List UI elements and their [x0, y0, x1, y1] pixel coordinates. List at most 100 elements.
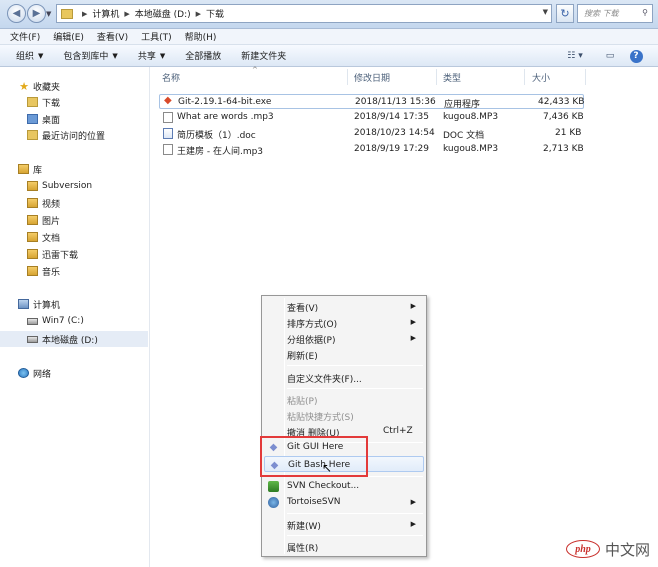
menu-item-new[interactable]: 新建(W) ▶ [264, 516, 424, 532]
title-bar: ◀ ▶ ▼ ▶ 计算机 ▶ 本地磁盘 (D:) ▶ 下载 ▼ ↻ 搜索 下载 ⚲ [0, 0, 658, 29]
file-date: 2018/9/14 17:35 [354, 112, 429, 122]
network-icon [18, 368, 29, 378]
chevron-down-icon: ▼ [159, 51, 166, 60]
preview-pane-icon[interactable]: ▭ [603, 48, 617, 64]
annotation-highlight-box [260, 436, 368, 477]
menu-item-paste-shortcut[interactable]: 粘贴快捷方式(S) [264, 407, 424, 423]
search-placeholder: 搜索 下载 [584, 9, 619, 18]
document-library-icon [27, 232, 38, 242]
menu-help[interactable]: 帮助(H) [185, 30, 217, 43]
video-library-icon [27, 198, 38, 208]
menu-tools[interactable]: 工具(T) [141, 30, 172, 43]
menu-item-svn-checkout[interactable]: SVN Checkout... [264, 478, 424, 494]
menu-bar: 文件(F) 编辑(E) 查看(V) 工具(T) 帮助(H) [0, 29, 658, 45]
undo-shortcut: Ctrl+Z [383, 426, 413, 436]
recent-pages-dropdown[interactable]: ▼ [46, 10, 51, 18]
folder-icon [27, 97, 38, 107]
column-header-type[interactable]: 类型 [443, 71, 461, 84]
folder-icon [61, 8, 73, 19]
column-header-name[interactable]: 名称 [162, 71, 180, 84]
file-size: 21 KB [555, 128, 582, 138]
sidebar-item-drive-d[interactable]: 本地磁盘 (D:) [0, 331, 148, 347]
file-row[interactable]: 简历模板（1）.doc 2018/10/23 14:54 DOC 文档 21 K… [159, 126, 584, 141]
menu-item-view[interactable]: 查看(V) ▶ [264, 298, 424, 314]
tortoisesvn-icon [268, 497, 279, 508]
address-bar[interactable]: ▶ 计算机 ▶ 本地磁盘 (D:) ▶ 下载 ▼ [56, 4, 552, 23]
back-button[interactable]: ◀ [7, 4, 26, 23]
search-icon[interactable]: ⚲ [642, 8, 648, 17]
svn-checkout-icon [268, 481, 279, 492]
desktop-icon [27, 114, 38, 124]
audio-file-icon [163, 112, 173, 123]
doc-file-icon [163, 128, 173, 139]
menu-view[interactable]: 查看(V) [97, 30, 128, 43]
audio-file-icon [163, 144, 173, 155]
file-row[interactable]: What are words .mp3 2018/9/14 17:35 kugo… [159, 110, 584, 125]
sidebar-network[interactable]: 网络 [18, 365, 166, 381]
sidebar-computer[interactable]: 计算机 [18, 296, 166, 312]
menu-item-customize-folder[interactable]: 自定义文件夹(F)... [264, 369, 424, 385]
context-menu: 查看(V) ▶ 排序方式(O) ▶ 分组依据(P) ▶ 刷新(E) 自定义文件夹(F)… [261, 295, 427, 557]
breadcrumb-separator-icon[interactable]: ▶ [82, 10, 87, 18]
play-all-button[interactable]: 全部播放 [175, 49, 231, 62]
file-type: kugou8.MP3 [443, 112, 499, 122]
file-name: 王建房 - 在人间.mp3 [177, 147, 264, 157]
column-header-size[interactable]: 大小 [532, 71, 550, 84]
music-library-icon [27, 266, 38, 276]
column-header-date[interactable]: 修改日期 [354, 71, 390, 84]
command-bar: 组织 ▼ 包含到库中 ▼ 共享 ▼ 全部播放 新建文件夹 ☷ ▾ ▭ ? [0, 45, 658, 67]
new-folder-button[interactable]: 新建文件夹 [231, 49, 296, 62]
submenu-arrow-icon: ▶ [410, 498, 416, 506]
file-size: 7,436 KB [543, 112, 584, 122]
menu-item-refresh[interactable]: 刷新(E) [264, 346, 424, 362]
menu-file[interactable]: 文件(F) [10, 30, 40, 43]
menu-item-properties[interactable]: 属性(R) [264, 538, 424, 554]
file-name: 简历模板（1）.doc [177, 131, 256, 141]
php-logo: php [566, 540, 600, 558]
include-in-library-button[interactable]: 包含到库中 ▼ [53, 49, 127, 63]
file-date: 2018/9/19 17:29 [354, 144, 429, 154]
breadcrumb-computer[interactable]: 计算机 [92, 7, 119, 20]
file-row[interactable]: ◆ Git-2.19.1-64-bit.exe 2018/11/13 15:36… [159, 94, 585, 110]
submenu-arrow-icon: ▶ [410, 520, 416, 528]
file-type: DOC 文档 [443, 131, 485, 141]
search-input[interactable]: 搜索 下载 ⚲ [577, 4, 653, 23]
submenu-arrow-icon: ▶ [410, 334, 416, 342]
menu-item-sort-by[interactable]: 排序方式(O) ▶ [264, 314, 424, 330]
library-icon [27, 249, 38, 259]
view-options-button[interactable]: ☷ ▾ [562, 48, 588, 64]
star-icon: ★ [19, 79, 29, 93]
library-icon [27, 181, 38, 191]
file-row[interactable]: 王建房 - 在人间.mp3 2018/9/19 17:29 kugou8.MP3… [159, 142, 584, 157]
forward-button[interactable]: ▶ [27, 4, 46, 23]
sidebar-favorites[interactable]: ★ 收藏夹 [18, 78, 166, 94]
menu-item-paste[interactable]: 粘贴(P) [264, 391, 424, 407]
file-name: What are words .mp3 [177, 112, 274, 122]
navigation-pane: ★ 收藏夹 下载 桌面 最近访问的位置 库 Subversion 视频 图片 文… [0, 67, 150, 567]
breadcrumb-separator-icon[interactable]: ▶ [124, 10, 129, 18]
share-button[interactable]: 共享 ▼ [128, 49, 175, 63]
file-date: 2018/11/13 15:36 [355, 97, 436, 107]
submenu-arrow-icon: ▶ [410, 318, 416, 326]
submenu-arrow-icon: ▶ [410, 302, 416, 310]
menu-edit[interactable]: 编辑(E) [53, 30, 84, 43]
breadcrumb-downloads[interactable]: 下载 [206, 7, 224, 20]
file-type: kugou8.MP3 [443, 144, 499, 154]
watermark-text: 中文网 [605, 540, 651, 559]
menu-item-tortoisesvn[interactable]: TortoiseSVN ▶ [264, 494, 424, 510]
menu-item-group-by[interactable]: 分组依据(P) ▶ [264, 330, 424, 346]
computer-icon [18, 299, 29, 309]
breadcrumb-separator-icon[interactable]: ▶ [196, 10, 201, 18]
address-dropdown-icon[interactable]: ▼ [543, 8, 548, 16]
file-name: Git-2.19.1-64-bit.exe [178, 97, 272, 107]
organize-button[interactable]: 组织 ▼ [6, 49, 53, 63]
git-installer-icon: ◆ [164, 95, 172, 106]
chevron-down-icon: ▼ [112, 51, 118, 60]
file-size: 42,433 KB [538, 97, 585, 107]
picture-library-icon [27, 215, 38, 225]
refresh-button[interactable]: ↻ [556, 4, 574, 23]
sidebar-libraries[interactable]: 库 [18, 161, 166, 177]
breadcrumb-drive-d[interactable]: 本地磁盘 (D:) [135, 7, 191, 20]
sort-indicator-icon: ^ [252, 66, 258, 74]
help-icon[interactable]: ? [628, 48, 644, 64]
